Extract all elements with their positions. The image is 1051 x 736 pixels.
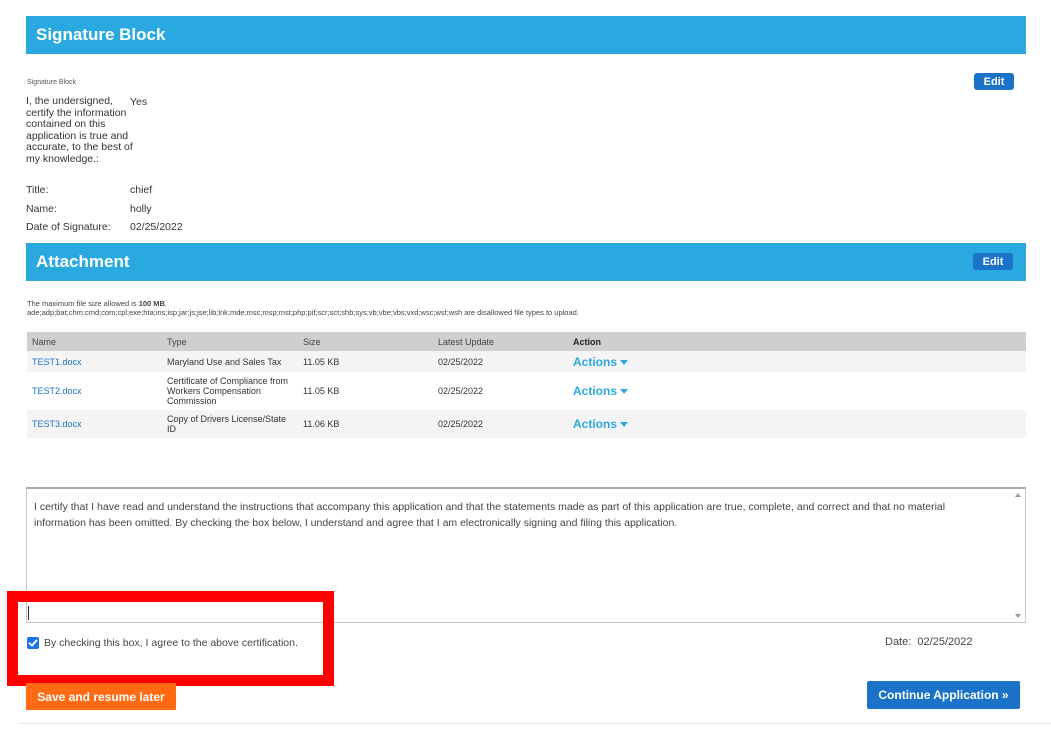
signature-block-header: Signature Block xyxy=(26,16,1026,54)
attachment-header: Attachment xyxy=(26,243,1026,281)
file-updated: 02/25/2022 xyxy=(433,410,568,438)
file-link[interactable]: TEST2.docx xyxy=(32,386,82,396)
file-type: Copy of Drivers License/State ID xyxy=(162,410,298,438)
date-of-signature-value: 02/25/2022 xyxy=(130,221,183,233)
signature-edit-button[interactable]: Edit xyxy=(974,73,1014,90)
certification-text: I certify that I have read and understan… xyxy=(34,501,946,529)
attachment-title: Attachment xyxy=(36,252,130,271)
save-and-resume-button[interactable]: Save and resume later xyxy=(26,683,176,710)
file-link[interactable]: TEST1.docx xyxy=(32,357,82,367)
signature-block-small-label: Signature Block xyxy=(27,79,77,86)
agree-checkbox-label: By checking this box, I agree to the abo… xyxy=(44,637,298,649)
date-of-signature-label: Date of Signature: xyxy=(26,221,111,233)
scroll-up-icon[interactable] xyxy=(1015,493,1021,497)
name-label: Name: xyxy=(26,203,57,215)
column-header-action: Action xyxy=(568,332,1026,351)
caret-down-icon xyxy=(620,359,629,365)
actions-dropdown[interactable]: Actions xyxy=(573,417,629,431)
attachment-note: The maximum file size allowed is 100 MB.… xyxy=(27,299,1017,317)
actions-label: Actions xyxy=(573,384,618,398)
footer-divider xyxy=(20,723,1051,724)
attachment-table: Name Type Size Latest Update Action TEST… xyxy=(27,332,1026,438)
file-updated: 02/25/2022 xyxy=(433,372,568,410)
name-value: holly xyxy=(130,203,152,215)
title-value: chief xyxy=(130,184,153,196)
certification-date: Date: 02/25/2022 xyxy=(885,636,972,648)
file-size: 11.06 KB xyxy=(298,410,433,438)
file-link[interactable]: TEST3.docx xyxy=(32,419,82,429)
file-type: Certificate of Compliance from Workers C… xyxy=(162,372,298,410)
agree-certification-row[interactable]: By checking this box, I agree to the abo… xyxy=(27,637,298,649)
table-row: TEST1.docx Maryland Use and Sales Tax 11… xyxy=(27,351,1026,372)
actions-label: Actions xyxy=(573,354,618,369)
note-disallowed-types: ade;adp;bat;chm;cmd;com;cpl;exe;hta;ins;… xyxy=(27,308,579,317)
file-updated: 02/25/2022 xyxy=(433,351,568,372)
attachment-edit-button[interactable]: Edit xyxy=(973,253,1013,270)
file-size: 11.05 KB xyxy=(298,351,433,372)
scroll-down-icon[interactable] xyxy=(1015,614,1021,618)
note-max-size: 100 MB xyxy=(138,299,165,308)
certification-textbox[interactable]: I certify that I have read and understan… xyxy=(26,487,1026,623)
file-size: 11.05 KB xyxy=(298,372,433,410)
signature-block-title: Signature Block xyxy=(36,25,166,44)
checkmark-icon xyxy=(28,639,38,647)
file-type: Maryland Use and Sales Tax xyxy=(162,351,298,372)
table-row: TEST2.docx Certificate of Compliance fro… xyxy=(27,372,1026,410)
certification-scrollbar[interactable] xyxy=(1011,489,1025,622)
actions-dropdown[interactable]: Actions xyxy=(573,384,629,398)
column-header-name: Name xyxy=(27,332,162,351)
date-value: 02/25/2022 xyxy=(917,636,973,648)
table-header-row: Name Type Size Latest Update Action xyxy=(27,332,1026,351)
column-header-type: Type xyxy=(162,332,298,351)
agree-checkbox[interactable] xyxy=(27,637,39,649)
column-header-size: Size xyxy=(298,332,433,351)
column-header-latest-update: Latest Update xyxy=(433,332,568,351)
caret-down-icon xyxy=(620,422,629,428)
actions-label: Actions xyxy=(573,417,618,431)
certify-answer: Yes xyxy=(130,96,148,108)
date-label: Date: xyxy=(885,636,912,648)
text-cursor xyxy=(28,606,29,620)
note-prefix: The maximum file size allowed is xyxy=(27,299,139,308)
continue-application-button[interactable]: Continue Application » xyxy=(867,681,1020,709)
table-row: TEST3.docx Copy of Drivers License/State… xyxy=(27,410,1026,438)
actions-dropdown[interactable]: Actions xyxy=(573,354,629,369)
caret-down-icon xyxy=(620,389,629,395)
certify-question: I, the undersigned, certify the informat… xyxy=(26,95,133,165)
note-suffix: . xyxy=(164,299,168,308)
title-label: Title: xyxy=(26,184,49,196)
